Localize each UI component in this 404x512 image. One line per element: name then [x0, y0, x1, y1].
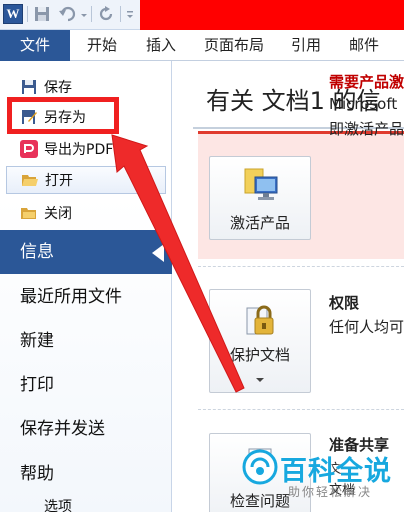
export-pdf-command[interactable]: 导出为PDF	[6, 135, 166, 163]
export-pdf-command-label: 导出为PDF	[44, 142, 114, 158]
activate-product-icon	[244, 168, 278, 200]
open-command-label: 打开	[45, 173, 73, 189]
section-divider	[198, 266, 404, 267]
undo-dropdown-icon[interactable]	[79, 4, 89, 24]
tab-mailings[interactable]: 邮件	[338, 30, 390, 61]
watermark: 百科全说 助你轻松解决	[242, 447, 402, 509]
tab-insert[interactable]: 插入	[136, 30, 186, 61]
watermark-logo-icon	[242, 449, 278, 485]
toolbar-separator	[120, 6, 121, 22]
save-command-label: 保存	[44, 80, 72, 96]
protect-document-label: 保护文档	[229, 346, 290, 364]
nav-help[interactable]: 帮助	[0, 452, 172, 496]
nav-info[interactable]: 信息	[0, 230, 172, 274]
activate-product-label: 激活产品	[229, 214, 290, 232]
word-app-icon[interactable]: W	[3, 4, 23, 24]
customize-qat-icon[interactable]	[125, 4, 135, 24]
close-command[interactable]: 关闭	[6, 199, 166, 227]
activation-desc-line2: 即激活产品	[329, 120, 404, 138]
protect-document-icon	[246, 305, 274, 335]
nav-save-and-send[interactable]: 保存并发送	[0, 407, 172, 451]
open-folder-icon	[21, 171, 39, 189]
undo-icon[interactable]	[58, 4, 76, 24]
activation-desc-line1: Microsoft	[329, 95, 398, 113]
permissions-heading: 权限	[329, 294, 360, 312]
tab-file[interactable]: 文件	[0, 30, 70, 61]
nav-options[interactable]: 选项	[0, 495, 172, 512]
activation-heading: 需要产品激	[329, 73, 404, 91]
permissions-desc: 任何人均可	[329, 318, 404, 336]
quick-access-toolbar: W	[0, 0, 404, 30]
activation-band: 激活产品	[198, 131, 404, 259]
close-folder-icon	[20, 204, 38, 222]
tab-references[interactable]: 引用	[282, 30, 330, 61]
close-command-label: 关闭	[44, 206, 72, 222]
activate-product-button[interactable]: 激活产品	[209, 156, 311, 240]
nav-print[interactable]: 打印	[0, 363, 172, 407]
tab-home[interactable]: 开始	[76, 30, 128, 61]
chevron-down-icon	[210, 370, 310, 388]
floppy-disk-icon	[20, 78, 38, 96]
section-divider	[198, 409, 404, 410]
redo-icon[interactable]	[97, 4, 115, 24]
tab-page-layout[interactable]: 页面布局	[194, 30, 274, 61]
ribbon-tab-bar: 文件 开始 插入 页面布局 引用 邮件	[0, 30, 404, 61]
toolbar-separator	[91, 6, 92, 22]
toolbar-separator	[27, 6, 28, 22]
title-bar-red-block	[140, 0, 404, 30]
nav-new[interactable]: 新建	[0, 319, 172, 363]
protect-document-button[interactable]: 保护文档	[209, 289, 311, 393]
save-icon[interactable]	[33, 4, 51, 24]
info-pane: 有关 文档1 的信 激活产品 需要产品激 Microsoft 即激活产品 保护文…	[173, 61, 404, 512]
pdf-icon	[20, 140, 38, 158]
open-command[interactable]: 打开	[6, 166, 166, 194]
highlight-box	[7, 97, 119, 134]
watermark-subtitle: 助你轻松解决	[288, 485, 373, 499]
selected-pointer	[152, 244, 164, 262]
nav-recent[interactable]: 最近所用文件	[0, 275, 172, 319]
